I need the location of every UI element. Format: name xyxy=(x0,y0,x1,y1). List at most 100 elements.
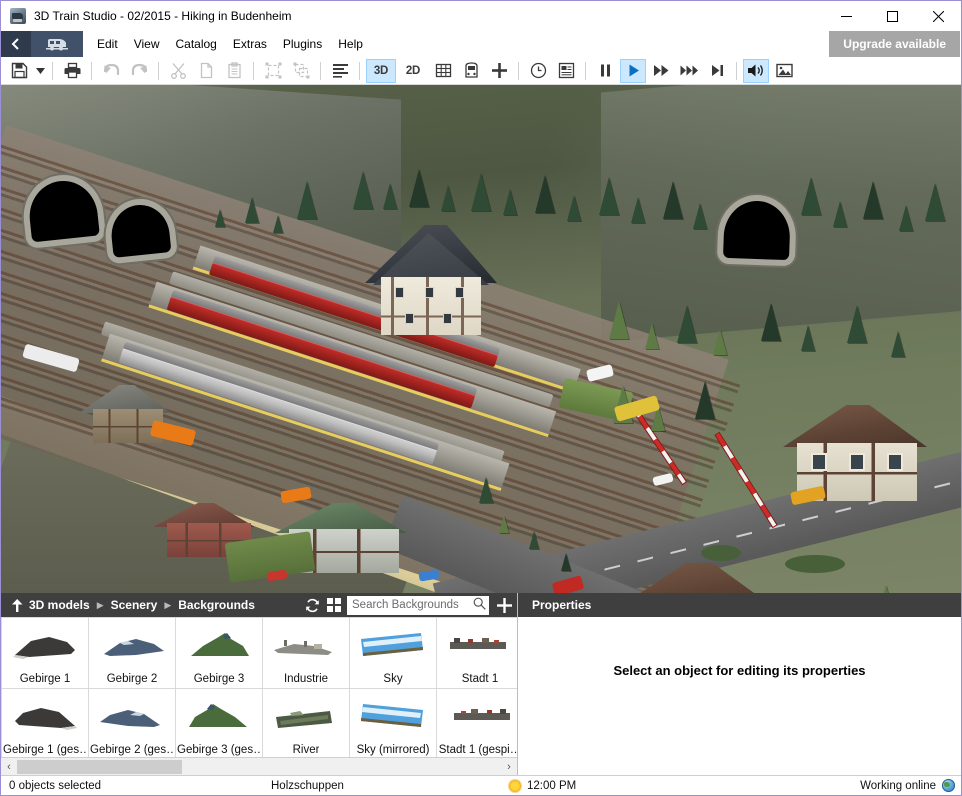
maximize-button[interactable] xyxy=(869,1,915,31)
status-time: 12:00 PM xyxy=(527,779,577,792)
catalog-item[interactable]: Sky (mirrored) xyxy=(350,689,436,757)
catalog-item[interactable]: Stadt 1 (gespi… xyxy=(437,689,517,757)
catalog-item[interactable]: Sky xyxy=(350,618,436,688)
refresh-icon[interactable] xyxy=(301,593,323,617)
pause-button[interactable] xyxy=(592,59,618,83)
menu-item-extras[interactable]: Extras xyxy=(225,31,275,57)
skip-end-button[interactable] xyxy=(704,59,730,83)
menu-item-view[interactable]: View xyxy=(126,31,168,57)
ungroup-button[interactable] xyxy=(288,59,314,83)
scroll-left-button[interactable]: ‹ xyxy=(1,761,17,773)
scrollbar-thumb[interactable] xyxy=(17,759,182,774)
catalog-item[interactable]: Gebirge 2 xyxy=(89,618,175,688)
up-arrow-icon[interactable] xyxy=(7,598,27,612)
grid-view-icon[interactable] xyxy=(323,593,345,617)
scroll-right-button[interactable]: › xyxy=(501,761,517,773)
catalog-item-label: Gebirge 3 (ges… xyxy=(177,744,261,756)
thumbnail-city xyxy=(437,618,517,672)
clock-button[interactable] xyxy=(525,59,551,83)
scene-tree xyxy=(693,203,707,229)
minimize-button[interactable] xyxy=(823,1,869,31)
close-button[interactable] xyxy=(915,1,961,31)
catalog-item[interactable]: Stadt 1 xyxy=(437,618,517,688)
thumbnail-city-mirror xyxy=(437,689,517,743)
catalog-item-label: Gebirge 3 xyxy=(193,673,245,685)
breadcrumb-item-scenery[interactable]: Scenery xyxy=(109,598,160,612)
catalog-item-label: Industrie xyxy=(283,673,329,685)
train-menu-button[interactable] xyxy=(31,31,83,57)
toolbar-separator xyxy=(736,61,737,80)
scene-tree xyxy=(409,169,429,207)
scene-tree xyxy=(847,305,867,343)
catalog-item-label: Gebirge 1 (ges… xyxy=(3,744,87,756)
scene-house xyxy=(613,563,779,593)
catalog-item-label: Gebirge 2 xyxy=(106,673,158,685)
group-button[interactable] xyxy=(260,59,286,83)
back-button[interactable] xyxy=(1,31,31,57)
scene-tree xyxy=(529,531,539,549)
scene-tree xyxy=(925,183,945,221)
grid-button[interactable] xyxy=(430,59,456,83)
save-dropdown-button[interactable] xyxy=(33,59,47,83)
save-button[interactable] xyxy=(6,59,32,83)
fast-forward-button[interactable] xyxy=(648,59,674,83)
properties-panel: Properties Select an object for editing … xyxy=(517,593,961,775)
scene-tree xyxy=(535,175,555,213)
scrollbar-track[interactable] xyxy=(17,759,501,774)
play-button[interactable] xyxy=(620,58,646,83)
menu-item-help[interactable]: Help xyxy=(330,31,371,57)
catalog-item[interactable]: Gebirge 1 xyxy=(2,618,88,688)
menu-item-catalog[interactable]: Catalog xyxy=(167,31,224,57)
3d-scene-viewport[interactable] xyxy=(1,85,961,593)
list-button[interactable] xyxy=(327,59,353,83)
search-backgrounds-box[interactable] xyxy=(347,595,489,615)
catalog-item-label: Stadt 1 xyxy=(461,673,499,685)
redo-button[interactable] xyxy=(126,59,152,83)
view-2d-button[interactable]: 2D xyxy=(398,59,428,83)
scene-tree xyxy=(801,325,815,351)
window-controls xyxy=(823,1,961,31)
status-hovered-object: Holzschuppen xyxy=(271,779,344,792)
add-object-button[interactable] xyxy=(486,59,512,83)
scene-tree xyxy=(499,515,509,533)
screenshot-button[interactable] xyxy=(771,59,797,83)
status-connection-area[interactable]: Working online xyxy=(852,776,961,796)
scene-tree xyxy=(353,171,373,209)
scene-tree xyxy=(645,323,659,349)
fastest-forward-button[interactable] xyxy=(676,59,702,83)
breadcrumb-separator: ▶ xyxy=(96,599,104,610)
paste-button[interactable] xyxy=(221,59,247,83)
status-objects-selected: 0 objects selected xyxy=(9,779,102,792)
toolbar-separator xyxy=(253,61,254,80)
catalog-item[interactable]: Industrie xyxy=(263,618,349,688)
upgrade-available-button[interactable]: Upgrade available xyxy=(829,31,960,57)
catalog-tools xyxy=(301,593,517,617)
catalog-item[interactable]: River xyxy=(263,689,349,757)
app-window: 3D Train Studio - 02/2015 - Hiking in Bu… xyxy=(0,0,962,796)
sound-button[interactable] xyxy=(743,58,769,83)
scene-tree xyxy=(609,301,629,339)
catalog-item[interactable]: Gebirge 1 (ges… xyxy=(2,689,88,757)
cut-button[interactable] xyxy=(165,59,191,83)
breadcrumb-item-backgrounds[interactable]: Backgrounds xyxy=(176,598,257,612)
copy-button[interactable] xyxy=(193,59,219,83)
catalog-grid: Gebirge 1 Gebirge 2 Gebirge 3 Industrie … xyxy=(1,617,517,757)
toolbar-separator xyxy=(320,61,321,80)
menu-item-edit[interactable]: Edit xyxy=(89,31,126,57)
search-input[interactable] xyxy=(352,599,473,611)
thumbnail-river xyxy=(263,689,349,743)
print-button[interactable] xyxy=(59,59,85,83)
train-front-icon-button[interactable] xyxy=(458,59,484,83)
menu-bar: Edit View Catalog Extras Plugins Help Up… xyxy=(1,31,961,57)
breadcrumb-item-3d-models[interactable]: 3D models xyxy=(27,598,92,612)
view-3d-button[interactable]: 3D xyxy=(366,58,396,83)
scene-station-building xyxy=(365,225,497,335)
menu-item-plugins[interactable]: Plugins xyxy=(275,31,330,57)
add-background-button[interactable] xyxy=(491,593,517,617)
layers-button[interactable] xyxy=(553,59,579,83)
catalog-item[interactable]: Gebirge 3 (ges… xyxy=(176,689,262,757)
catalog-item[interactable]: Gebirge 3 xyxy=(176,618,262,688)
undo-button[interactable] xyxy=(98,59,124,83)
catalog-item[interactable]: Gebirge 2 (ges… xyxy=(89,689,175,757)
catalog-horizontal-scrollbar[interactable]: ‹ › xyxy=(1,757,517,775)
